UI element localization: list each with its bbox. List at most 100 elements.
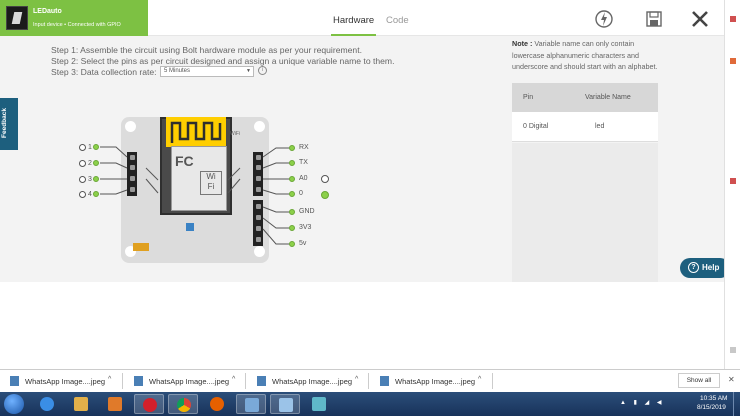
- pin-tx-label: TX: [299, 159, 308, 166]
- pin-rx-label: RX: [299, 144, 309, 151]
- help-icon: ?: [688, 262, 699, 273]
- download-file-name: WhatsApp Image....jpeg: [395, 377, 476, 386]
- viewer-taskbar-icon[interactable]: [270, 394, 300, 414]
- pin-3-status-dot: [93, 176, 99, 182]
- chevron-down-icon: ▼: [246, 68, 251, 74]
- cell-variable[interactable]: led: [595, 123, 604, 130]
- antenna-trace: [166, 117, 226, 147]
- device-badge[interactable]: LEDauto Input device • Connected with GP…: [0, 0, 148, 36]
- download-item[interactable]: WhatsApp Image....jpeg ^: [257, 375, 375, 389]
- table-header: Pin Variable Name: [512, 83, 658, 112]
- pin-dot: [130, 155, 135, 160]
- chevron-up-icon[interactable]: ^: [232, 376, 235, 383]
- table-row[interactable]: 0 Digital led: [512, 112, 658, 142]
- pin-1-circle[interactable]: [79, 144, 86, 151]
- mount-hole: [254, 246, 265, 257]
- tab-hardware[interactable]: Hardware: [330, 15, 377, 36]
- chevron-up-icon[interactable]: ^: [478, 376, 481, 383]
- taskbar-time[interactable]: 10:35 AM: [700, 395, 727, 402]
- download-item[interactable]: WhatsApp Image....jpeg ^: [10, 375, 128, 389]
- photos-taskbar-icon[interactable]: [236, 394, 266, 414]
- pin-dot: [256, 187, 261, 192]
- image-file-icon: [10, 376, 19, 386]
- pin-tx-dot: [289, 160, 295, 166]
- app-taskbar-icon[interactable]: [304, 394, 334, 414]
- save-icon[interactable]: [644, 9, 664, 29]
- chrome-taskbar-icon[interactable]: [168, 394, 198, 414]
- close-icon[interactable]: [690, 9, 710, 29]
- close-icon[interactable]: ✕: [728, 375, 735, 384]
- marker-icon: [730, 58, 736, 64]
- pin-4-status-dot: [93, 191, 99, 197]
- led-indicator: [186, 223, 194, 231]
- pin-0-dot: [289, 191, 295, 197]
- media-taskbar-icon[interactable]: [100, 394, 130, 414]
- step-2-text: Step 2: Select the pins as per circuit d…: [51, 56, 395, 66]
- pin-dot: [256, 155, 261, 160]
- pin-dot: [130, 176, 135, 181]
- marker-icon: [730, 347, 736, 353]
- pin-a0-dot: [289, 176, 295, 182]
- divider: [122, 373, 123, 389]
- download-file-name: WhatsApp Image....jpeg: [25, 377, 106, 386]
- pin-1-label: 1: [88, 144, 92, 151]
- data-rate-select[interactable]: 5 Minutes ▼: [160, 66, 254, 77]
- feedback-tab[interactable]: Feedback: [0, 98, 18, 150]
- pin-3-label: 3: [88, 176, 92, 183]
- pin-dot: [256, 165, 261, 170]
- divider: [492, 373, 493, 389]
- image-file-icon: [380, 376, 389, 386]
- pin-5v-label: 5v: [299, 240, 307, 247]
- download-item[interactable]: WhatsApp Image....jpeg ^: [380, 375, 498, 389]
- info-icon[interactable]: i: [258, 66, 267, 75]
- start-button-icon[interactable]: [4, 394, 24, 414]
- taskbar-date[interactable]: 8/15/2019: [697, 404, 726, 411]
- device-name: LEDauto: [33, 8, 62, 15]
- device-status: Input device • Connected with GPIO: [33, 22, 121, 28]
- pin-4-circle[interactable]: [79, 191, 86, 198]
- pin-rx-dot: [289, 145, 295, 151]
- cell-pin: 0 Digital: [523, 123, 549, 130]
- pin-dot: [130, 187, 135, 192]
- show-desktop-button[interactable]: [733, 392, 740, 416]
- note-text: Variable name can only contain lowercase…: [512, 39, 658, 71]
- download-item[interactable]: WhatsApp Image....jpeg ^: [134, 375, 252, 389]
- explorer-taskbar-icon[interactable]: [66, 394, 96, 414]
- firefox-taskbar-icon[interactable]: [202, 394, 232, 414]
- marker-icon: [730, 16, 736, 22]
- pin-5v-dot: [289, 241, 295, 247]
- step-1-text: Step 1: Assemble the circuit using Bolt …: [51, 45, 362, 55]
- help-button[interactable]: ? Help: [680, 258, 730, 278]
- pin-1-status-dot: [93, 144, 99, 150]
- pin-a0-label: A0: [299, 175, 308, 182]
- opera-taskbar-icon[interactable]: [134, 394, 164, 414]
- analog-radio[interactable]: [321, 175, 329, 183]
- chevron-up-icon[interactable]: ^: [355, 376, 358, 383]
- page-scrollbar[interactable]: [724, 0, 740, 370]
- ie-taskbar-icon[interactable]: [32, 394, 62, 414]
- pin-dot: [256, 226, 261, 231]
- windows-taskbar: ▲ ▮ ◢ ◀ 10:35 AM 8/15/2019: [0, 392, 740, 416]
- marker-icon: [730, 178, 736, 184]
- pin-dot: [256, 204, 261, 209]
- pin-dot: [256, 237, 261, 242]
- pin-4-label: 4: [88, 191, 92, 198]
- system-tray-icons[interactable]: ▲ ▮ ◢ ◀: [620, 399, 664, 406]
- fcc-logo-icon: FC: [175, 153, 194, 169]
- pin-0-label: 0: [299, 190, 303, 197]
- deploy-icon[interactable]: [594, 9, 614, 29]
- pin-gnd-dot: [289, 209, 295, 215]
- pin-3-circle[interactable]: [79, 176, 86, 183]
- digital-radio-selected[interactable]: [321, 191, 329, 199]
- pin-2-label: 2: [88, 160, 92, 167]
- data-rate-value: 5 Minutes: [164, 68, 191, 74]
- chevron-up-icon[interactable]: ^: [108, 376, 111, 383]
- pin-2-circle[interactable]: [79, 160, 86, 167]
- capacitor: [133, 243, 149, 251]
- image-file-icon: [134, 376, 143, 386]
- mount-hole: [125, 121, 136, 132]
- pin-dot: [130, 165, 135, 170]
- pin-3v3-label: 3V3: [299, 224, 312, 231]
- tab-code[interactable]: Code: [386, 15, 409, 26]
- show-all-button[interactable]: Show all: [678, 373, 720, 388]
